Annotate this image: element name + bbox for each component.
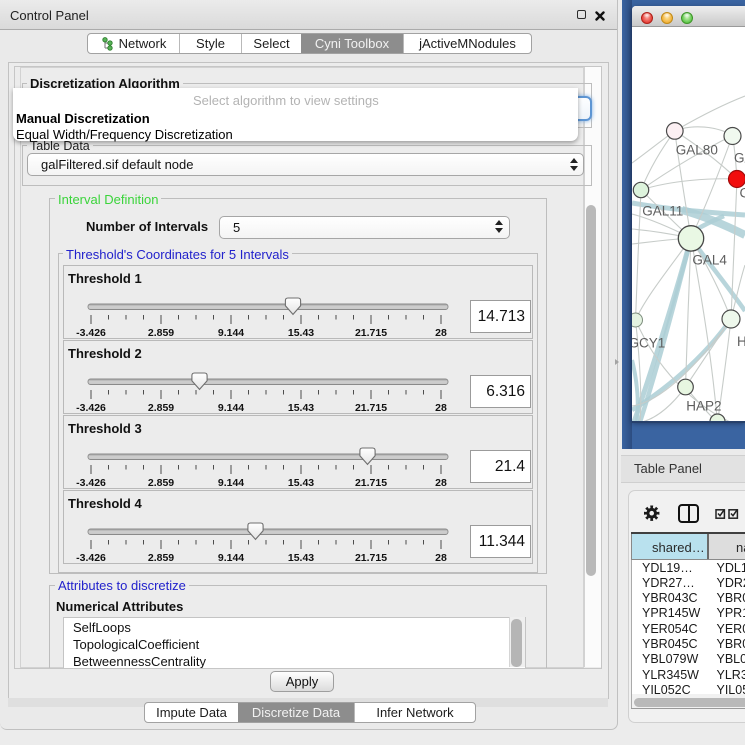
svg-text:-3.426: -3.426: [76, 552, 106, 564]
svg-text:21.715: 21.715: [355, 552, 387, 564]
svg-text:28: 28: [435, 552, 447, 564]
svg-text:21.715: 21.715: [355, 327, 387, 339]
svg-text:HAP2: HAP2: [686, 398, 721, 413]
svg-text:9.144: 9.144: [218, 477, 244, 489]
svg-text:GCY1: GCY1: [632, 335, 665, 350]
svg-text:28: 28: [435, 402, 447, 414]
svg-text:28: 28: [435, 477, 447, 489]
svg-text:2.859: 2.859: [148, 552, 174, 564]
svg-text:C: C: [740, 185, 745, 200]
svg-text:-3.426: -3.426: [76, 327, 106, 339]
svg-text:GAL11: GAL11: [642, 203, 683, 218]
svg-text:2.859: 2.859: [148, 402, 174, 414]
svg-text:28: 28: [435, 327, 447, 339]
svg-text:15.43: 15.43: [288, 477, 314, 489]
svg-text:15.43: 15.43: [288, 552, 314, 564]
svg-text:9.144: 9.144: [218, 327, 244, 339]
svg-text:15.43: 15.43: [288, 327, 314, 339]
svg-text:15.43: 15.43: [288, 402, 314, 414]
svg-text:2.859: 2.859: [148, 477, 174, 489]
svg-text:9.144: 9.144: [218, 402, 244, 414]
svg-text:21.715: 21.715: [355, 402, 387, 414]
svg-text:9.144: 9.144: [218, 552, 244, 564]
svg-text:21.715: 21.715: [355, 477, 387, 489]
svg-text:H: H: [737, 334, 745, 349]
svg-text:GAL4: GAL4: [692, 252, 727, 267]
svg-text:GA: GA: [734, 150, 745, 165]
svg-text:-3.426: -3.426: [76, 402, 106, 414]
svg-text:-3.426: -3.426: [76, 477, 106, 489]
svg-text:2.859: 2.859: [148, 327, 174, 339]
svg-text:GAL80: GAL80: [676, 142, 718, 157]
